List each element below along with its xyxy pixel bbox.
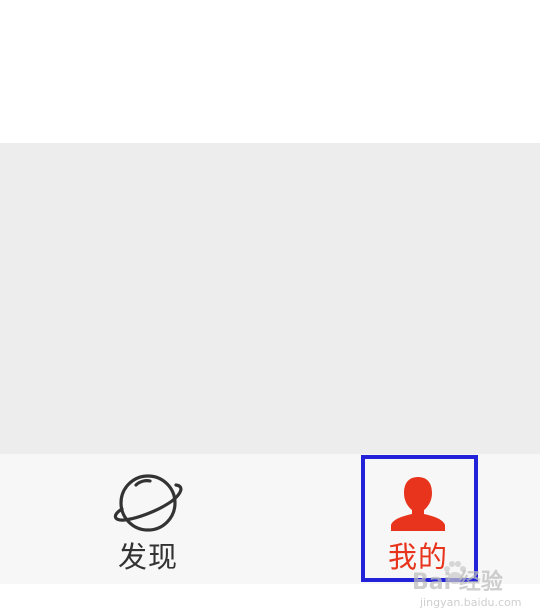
- planet-icon: [78, 468, 218, 538]
- person-icon: [348, 468, 488, 538]
- tab-mine[interactable]: 我的: [348, 466, 488, 576]
- app-screen: 发现 我的 Bai 经验 jingyan.baidu.com: [0, 0, 540, 616]
- content-area: [0, 143, 540, 454]
- tab-discover[interactable]: 发现: [78, 466, 218, 576]
- tab-mine-label: 我的: [387, 540, 448, 574]
- tab-discover-label: 发现: [117, 540, 178, 574]
- bottom-strip: [0, 584, 540, 616]
- header-area: [0, 0, 540, 143]
- bottom-tab-bar: 发现 我的: [0, 454, 540, 584]
